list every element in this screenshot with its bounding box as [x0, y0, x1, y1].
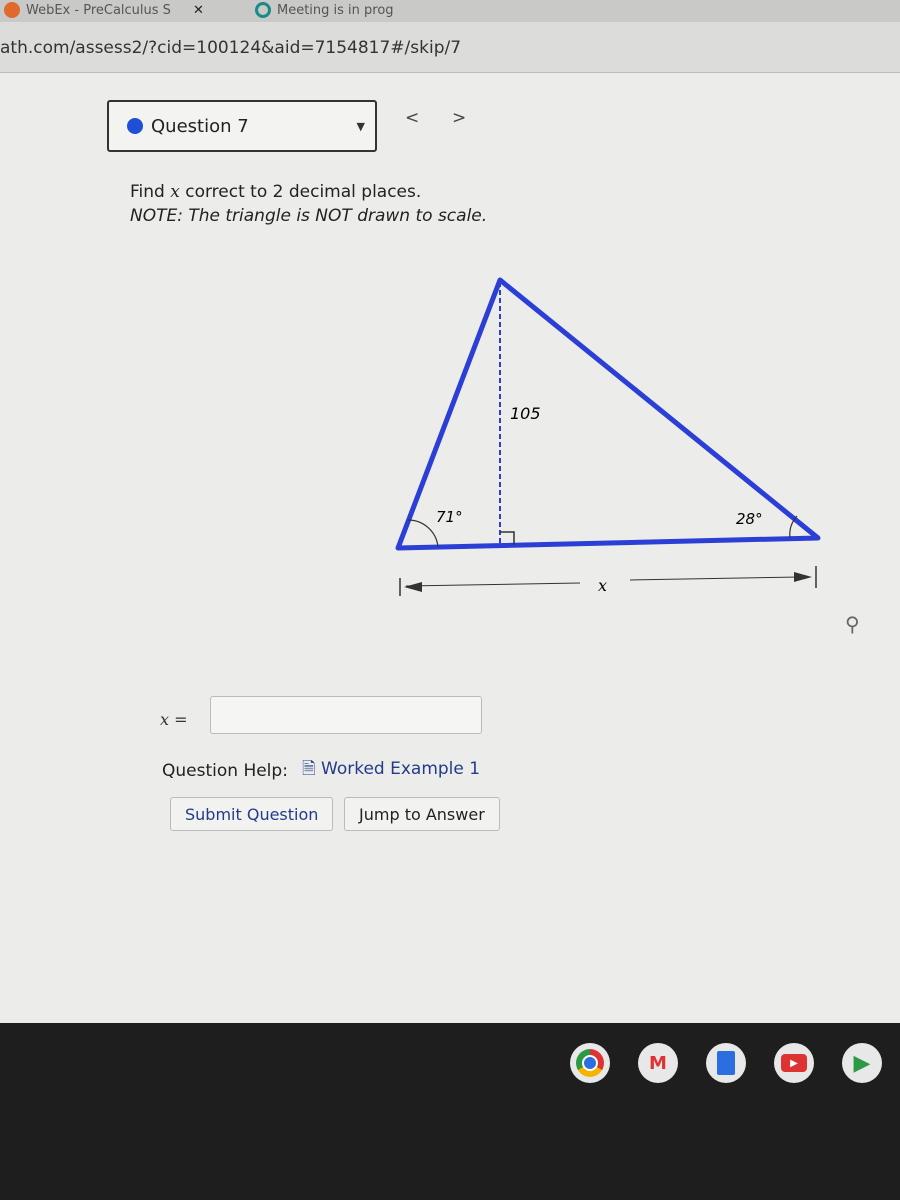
- height-label: 105: [510, 404, 541, 423]
- youtube-icon[interactable]: ▶: [774, 1043, 814, 1083]
- os-shelf: [0, 1023, 900, 1200]
- base-label: x: [598, 576, 608, 595]
- dim-line-left: [405, 582, 581, 587]
- play-store-icon[interactable]: ▶: [842, 1043, 882, 1083]
- document-icon: 🗎: [301, 759, 316, 779]
- gmail-icon[interactable]: M: [638, 1043, 678, 1083]
- left-angle-label: 71°: [436, 508, 463, 526]
- docs-icon[interactable]: [706, 1043, 746, 1083]
- dim-line-right: [629, 576, 801, 581]
- chrome-icon[interactable]: [570, 1043, 610, 1083]
- angle-arc-left: [407, 519, 439, 548]
- answer-input[interactable]: [210, 696, 482, 734]
- worked-example-link[interactable]: 🗎 Worked Example 1: [302, 756, 480, 785]
- arrow-right-icon: [794, 572, 812, 582]
- right-angle-label: 28°: [736, 510, 763, 528]
- search-icon[interactable]: ⚲: [845, 612, 860, 636]
- arrow-left-icon: [404, 582, 422, 592]
- jump-to-answer-button[interactable]: Jump to Answer: [344, 797, 500, 831]
- triangle-diagram: [395, 277, 821, 596]
- question-help: Question Help: 🗎 Worked Example 1: [162, 756, 480, 785]
- submit-question-button[interactable]: Submit Question: [170, 797, 334, 831]
- answer-label: x =: [160, 710, 188, 729]
